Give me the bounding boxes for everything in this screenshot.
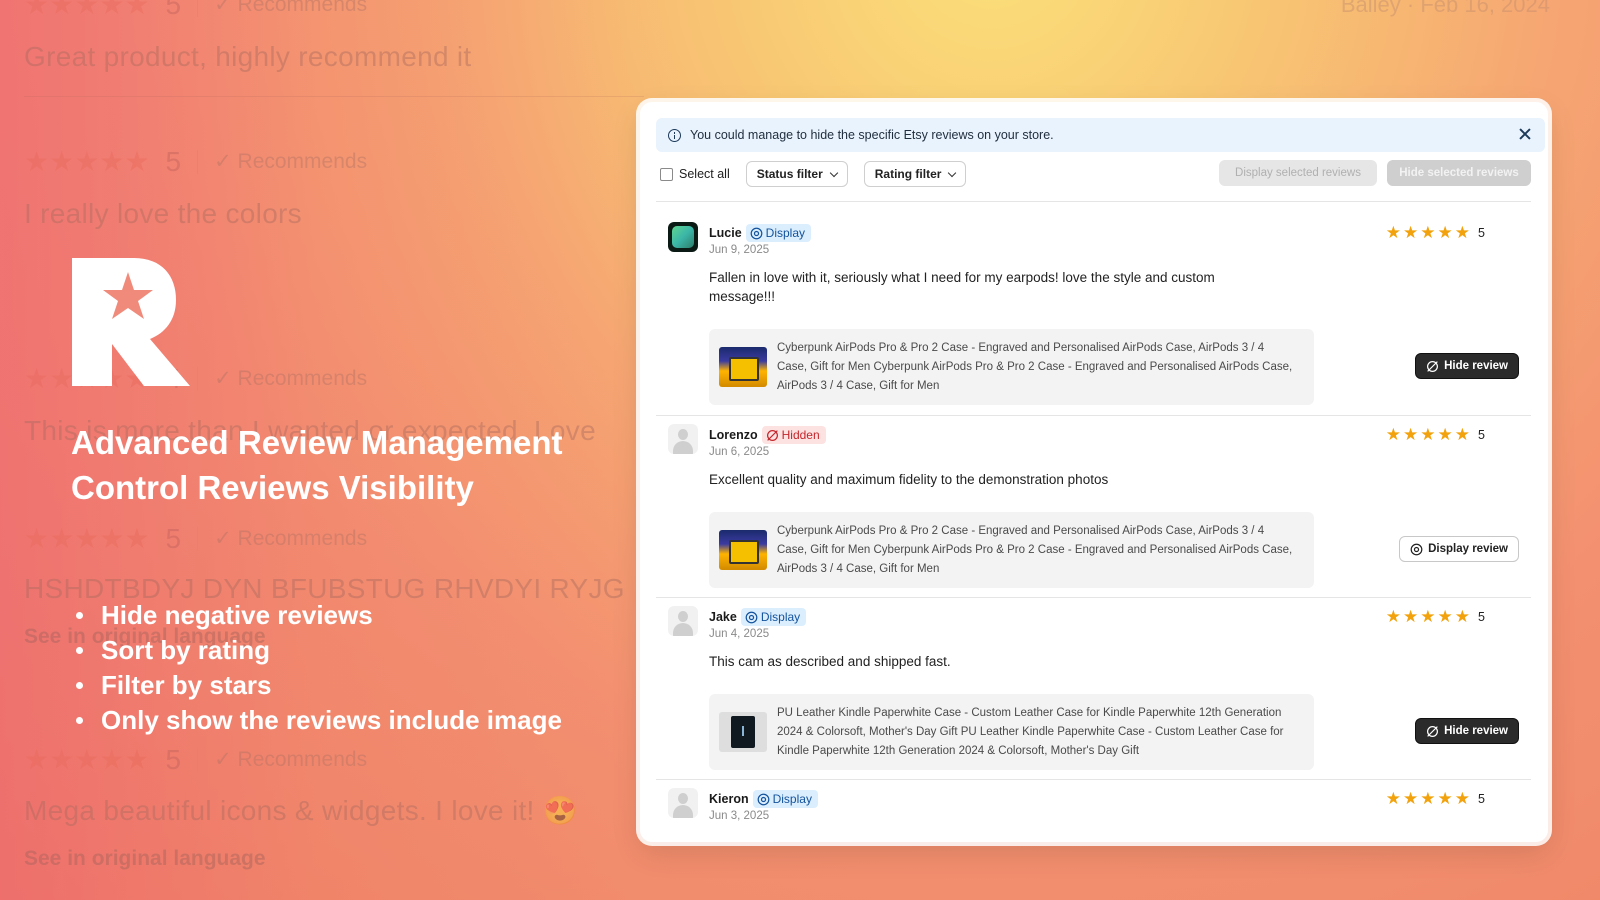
eye-off-icon: [766, 429, 778, 441]
status-badge: Display: [740, 608, 807, 626]
star-rating: ★ ★ ★ ★ ★ 5: [1385, 789, 1485, 808]
bg-review: ★★★★★ 5 ✓ Recommends Great product, highly…: [24, 0, 654, 73]
bg-review-text: Mega beautiful icons & widgets. I love i…: [24, 795, 578, 826]
display-review-button[interactable]: Display review: [1399, 536, 1519, 562]
review-text: Excellent quality and maximum fidelity t…: [709, 472, 1109, 487]
divider: [656, 597, 1531, 598]
hide-selected-button[interactable]: Hide selected reviews: [1387, 160, 1531, 186]
star-rating: ★ ★ ★ ★ ★ 5: [1385, 223, 1485, 242]
rating-filter-dropdown[interactable]: Rating filter: [863, 161, 967, 187]
product-card: Cyberpunk AirPods Pro & Pro 2 Case - Eng…: [709, 512, 1314, 588]
review-date: Jun 4, 2025: [709, 628, 770, 640]
status-badge: Hidden: [761, 426, 826, 444]
feature-item: Hide negative reviews: [74, 598, 562, 633]
eye-icon: [757, 793, 769, 805]
review-management-panel: You could manage to hide the specific Et…: [640, 102, 1548, 842]
eye-icon: [750, 227, 763, 239]
reviewer-name: Lucie: [709, 226, 742, 240]
hero-title: Advanced Review Management Control Revie…: [71, 424, 563, 506]
brand-logo-icon: [72, 258, 190, 386]
reviewer-name: Jake: [709, 610, 737, 624]
feature-item: Filter by stars: [74, 668, 562, 703]
divider: [656, 779, 1531, 780]
hide-review-button[interactable]: Hide review: [1415, 718, 1519, 744]
avatar: [668, 606, 698, 636]
select-all[interactable]: Select all: [660, 167, 730, 181]
banner-text: You could manage to hide the specific Et…: [690, 128, 1054, 142]
reviewer-name: Kieron: [709, 792, 749, 806]
eye-icon: [1410, 543, 1423, 555]
avatar: [668, 222, 698, 252]
review-date: Jun 9, 2025: [709, 244, 770, 256]
chevron-down-icon: [829, 168, 838, 177]
select-all-checkbox[interactable]: [660, 167, 673, 181]
product-title: Cyberpunk AirPods Pro & Pro 2 Case - Eng…: [777, 525, 1293, 575]
display-selected-button[interactable]: Display selected reviews: [1219, 160, 1377, 186]
star-rating: ★ ★ ★ ★ ★ 5: [1385, 607, 1485, 626]
product-card: PU Leather Kindle Paperwhite Case - Cust…: [709, 694, 1314, 770]
avatar: [668, 788, 698, 818]
chevron-down-icon: [948, 168, 957, 177]
feature-item: Sort by rating: [74, 633, 562, 668]
info-icon: [668, 128, 681, 142]
review-text: Fallen in love with it, seriously what I…: [709, 270, 1215, 304]
review-date: Jun 3, 2025: [709, 810, 770, 822]
review-date: Jun 6, 2025: [709, 446, 770, 458]
bg-review-text: I really love the colors: [24, 198, 302, 229]
product-thumbnail: [719, 712, 767, 752]
bg-review-text: Great product, highly recommend it: [24, 41, 472, 72]
eye-off-icon: [1427, 725, 1439, 737]
product-card: Cyberpunk AirPods Pro & Pro 2 Case - Eng…: [709, 329, 1314, 405]
avatar: [668, 424, 698, 454]
product-title: PU Leather Kindle Paperwhite Case - Cust…: [777, 707, 1284, 757]
eye-off-icon: [1427, 360, 1439, 372]
feature-item: Only show the reviews include image: [74, 703, 562, 738]
bg-review: ★★★★★ 5 ✓ Recommends I really love the col…: [24, 145, 654, 230]
bg-author-date: Bailey · Feb 16, 2024: [1340, 0, 1550, 17]
status-badge: Display: [752, 790, 818, 808]
product-title: Cyberpunk AirPods Pro & Pro 2 Case - Eng…: [777, 342, 1293, 392]
reviewer-name: Lorenzo: [709, 428, 758, 442]
status-filter-dropdown[interactable]: Status filter: [745, 161, 848, 187]
close-icon[interactable]: [1517, 126, 1533, 142]
feature-list: Hide negative reviews Sort by rating Fil…: [74, 598, 562, 738]
divider: [656, 415, 1531, 416]
bg-review: ★★★★★ 5 ✓ Recommends Mega beautiful icons …: [24, 743, 654, 871]
product-thumbnail: [719, 530, 767, 570]
info-banner: You could manage to hide the specific Et…: [656, 118, 1545, 152]
toolbar: Select all Status filter Rating filter D…: [660, 160, 1545, 188]
divider: [656, 201, 1531, 202]
bg-translate-link: See in original language: [24, 847, 266, 870]
product-thumbnail: [719, 347, 767, 387]
hide-review-button[interactable]: Hide review: [1415, 353, 1519, 379]
star-rating: ★ ★ ★ ★ ★ 5: [1385, 425, 1485, 444]
eye-icon: [745, 611, 758, 623]
status-badge: Display: [745, 224, 812, 242]
review-text: This cam as described and shipped fast.: [709, 654, 951, 669]
